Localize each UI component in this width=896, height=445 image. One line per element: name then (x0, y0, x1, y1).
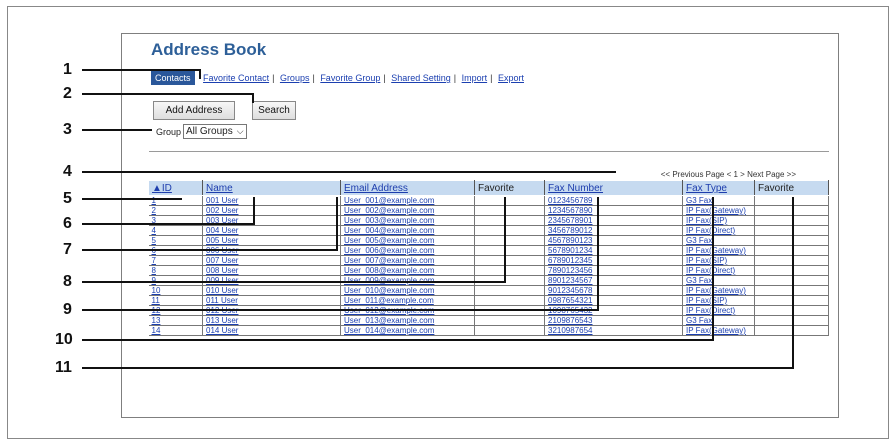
callout-lines (82, 69, 794, 369)
callout-10: 10 (55, 331, 73, 348)
callout-3: 3 (63, 121, 72, 138)
callout-1: 1 (63, 61, 72, 78)
callout-2: 2 (63, 85, 72, 102)
callout-7: 7 (63, 241, 72, 258)
callout-8: 8 (63, 273, 72, 290)
callout-6: 6 (63, 215, 72, 232)
callout-9: 9 (63, 301, 72, 318)
callout-4: 4 (63, 163, 72, 180)
callout-11: 11 (55, 359, 72, 376)
callout-5: 5 (63, 190, 72, 207)
